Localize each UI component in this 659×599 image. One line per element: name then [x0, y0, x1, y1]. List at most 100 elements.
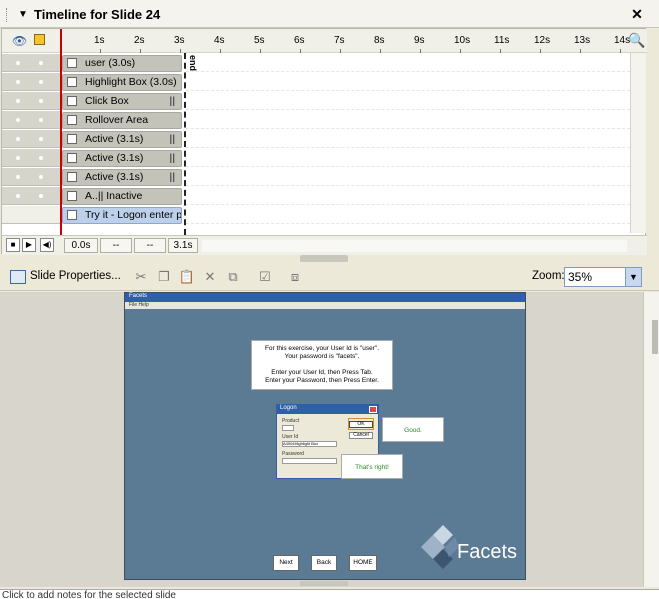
timeline-track[interactable]	[186, 54, 630, 72]
visibility-dot-icon[interactable]	[16, 156, 20, 160]
timeline-object[interactable]: Rollover Area	[62, 112, 182, 129]
stop-icon[interactable]: ■	[6, 238, 20, 252]
visibility-lock-cell[interactable]	[2, 149, 60, 167]
timeline-row[interactable]: Highlight Box (3.0s)	[2, 73, 630, 92]
visibility-dot-icon[interactable]	[39, 80, 43, 84]
visibility-dot-icon[interactable]	[39, 61, 43, 65]
highlight-box[interactable]	[348, 418, 374, 430]
timeline-object[interactable]: Click Box ||	[62, 93, 182, 110]
paste-icon[interactable]: 📋	[178, 269, 196, 285]
time-ruler[interactable]: 1s 2s 3s 4s 5s 6s 7s 8s 9s 10s 11s 12s 13s 14s	[60, 29, 630, 53]
collapse-arrow-icon[interactable]: ▼	[18, 9, 28, 20]
timeline-track[interactable]	[186, 73, 630, 91]
side-panel-handle[interactable]	[652, 320, 658, 354]
timeline-row[interactable]: Click Box ||	[2, 92, 630, 111]
notes-area[interactable]: Click to add notes for the selected slid…	[0, 589, 659, 599]
timeline-horizontal-scrollbar[interactable]	[202, 240, 627, 252]
timeline-footer: ■ ▶ ◀) 0.0s -- -- 3.1s	[2, 235, 647, 255]
slide-app-menubar: File Help	[125, 302, 525, 309]
checkbox-tool-icon[interactable]: ☑	[256, 269, 274, 285]
timeline-object[interactable]: Active (3.1s) ||	[62, 150, 182, 167]
slide-properties-button[interactable]: Slide Properties...	[30, 270, 121, 282]
product-label: Product	[282, 418, 300, 424]
timeline-row[interactable]: user (3.0s)	[2, 54, 630, 73]
visibility-dot-icon[interactable]	[16, 80, 20, 84]
timeline-row[interactable]: Try it - Logon enter pw	[2, 206, 630, 225]
cut-icon[interactable]: ✂	[132, 269, 150, 285]
end-marker[interactable]	[184, 53, 186, 235]
slide-icon	[67, 210, 77, 220]
timeline-object[interactable]: Highlight Box (3.0s)	[62, 74, 182, 91]
pause-icon: ||	[169, 134, 175, 145]
slide-properties-icon[interactable]	[10, 270, 26, 284]
chevron-down-icon[interactable]: ▼	[625, 268, 641, 286]
visibility-dot-icon[interactable]	[16, 118, 20, 122]
timeline-titlebar: ▼ Timeline for Slide 24 ✕	[0, 0, 659, 28]
visibility-lock-cell[interactable]	[2, 111, 60, 129]
visibility-lock-cell[interactable]	[2, 187, 60, 205]
timeline-track[interactable]	[186, 149, 630, 167]
slide-preview[interactable]: Facets File Help For this exercise, your…	[124, 292, 526, 580]
timeline-track[interactable]	[186, 168, 630, 186]
visibility-dot-icon[interactable]	[39, 118, 43, 122]
play-icon[interactable]: ▶	[22, 238, 36, 252]
timeline-track[interactable]	[186, 206, 630, 224]
delete-icon[interactable]: ✕	[201, 269, 219, 285]
instruction-caption[interactable]: For this exercise, your User Id is "user…	[251, 340, 393, 390]
panel-splitter-handle[interactable]	[300, 255, 348, 262]
visibility-dot-icon[interactable]	[39, 137, 43, 141]
timeline-object[interactable]: user (3.0s)	[62, 55, 182, 72]
timeline-vertical-scrollbar[interactable]	[630, 53, 646, 233]
visibility-lock-cell[interactable]	[2, 168, 60, 186]
visibility-dot-icon[interactable]	[16, 99, 20, 103]
lock-icon[interactable]	[34, 34, 45, 45]
back-button[interactable]: Back	[311, 555, 337, 571]
timeline-row[interactable]: Active (3.1s) ||	[2, 130, 630, 149]
eye-icon[interactable]: 👁	[12, 34, 27, 48]
timeline-row[interactable]: A..|| Inactive	[2, 187, 630, 206]
ruler-tick	[260, 49, 261, 53]
audio-icon[interactable]: ◀)	[40, 238, 54, 252]
timeline-track[interactable]	[186, 111, 630, 129]
timeline-row[interactable]: Rollover Area	[2, 111, 630, 130]
grip-handle[interactable]	[6, 8, 9, 22]
good-caption[interactable]: Good.	[382, 417, 444, 442]
timeline-object[interactable]: Active (3.1s) ||	[62, 131, 182, 148]
playhead[interactable]	[60, 29, 62, 235]
click-box-icon	[67, 96, 77, 106]
group-icon[interactable]: ⧈	[286, 269, 304, 285]
timeline-row[interactable]: Active (3.1s) ||	[2, 168, 630, 187]
visibility-dot-icon[interactable]	[16, 61, 20, 65]
visibility-lock-cell[interactable]	[2, 73, 60, 91]
timeline-object[interactable]: A..|| Inactive	[62, 188, 182, 205]
visibility-lock-cell[interactable]	[2, 54, 60, 72]
magnifier-icon[interactable]: 🔍	[628, 32, 645, 49]
right-caption[interactable]: That's right!	[341, 454, 403, 479]
visibility-dot-icon[interactable]	[39, 99, 43, 103]
timeline-object[interactable]: Active (3.1s) ||	[62, 169, 182, 186]
timeline-row[interactable]: Active (3.1s) ||	[2, 149, 630, 168]
visibility-dot-icon[interactable]	[39, 175, 43, 179]
visibility-lock-cell[interactable]	[2, 92, 60, 110]
notes-splitter-handle[interactable]	[300, 581, 348, 586]
ruler-tick-label: 6s	[294, 35, 305, 46]
timeline-object[interactable]: Try it - Logon enter pw	[62, 207, 182, 224]
visibility-dot-icon[interactable]	[39, 194, 43, 198]
timeline-track[interactable]	[186, 187, 630, 205]
visibility-lock-cell[interactable]	[2, 130, 60, 148]
home-button[interactable]: HOME	[349, 555, 377, 571]
password-label: Password	[282, 451, 304, 457]
ruler-tick-label: 1s	[94, 35, 105, 46]
visibility-lock-cell[interactable]	[2, 206, 60, 224]
visibility-dot-icon[interactable]	[16, 175, 20, 179]
close-icon[interactable]: ✕	[630, 6, 644, 23]
visibility-dot-icon[interactable]	[39, 156, 43, 160]
next-button[interactable]: Next	[273, 555, 299, 571]
timeline-track[interactable]	[186, 92, 630, 110]
copy-icon[interactable]: ❐	[155, 269, 173, 285]
visibility-dot-icon[interactable]	[16, 194, 20, 198]
zoom-select[interactable]: 35% ▼	[564, 267, 642, 287]
timeline-track[interactable]	[186, 130, 630, 148]
duplicate-icon[interactable]: ⧉	[224, 269, 242, 285]
visibility-dot-icon[interactable]	[16, 137, 20, 141]
